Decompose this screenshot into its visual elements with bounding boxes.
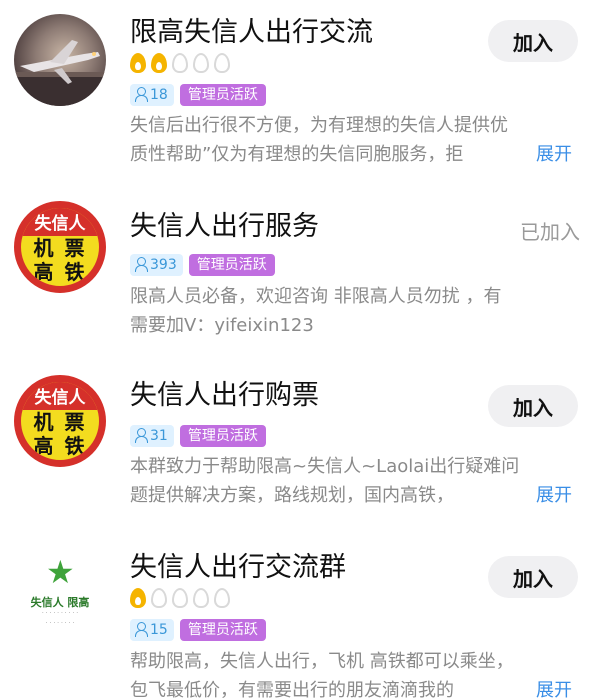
admin-active-tag: 管理员活跃 (179, 84, 266, 106)
flame-icon (193, 588, 209, 608)
description-line: 失信后出行很不方便，为有理想的失信人提供优 (130, 115, 508, 136)
description-line: 帮助限高，失信人出行，飞机 高铁都可以乘坐， (130, 651, 514, 672)
flame-icon (130, 53, 146, 73)
member-count: 15 (150, 622, 168, 638)
admin-active-tag: 管理员活跃 (179, 619, 266, 641)
group-avatar: ★ 失信人 限高 · · · · · · · · · · · · · · · ·… (14, 554, 106, 646)
expand-link[interactable]: 展开 (524, 140, 584, 169)
member-count: 393 (150, 257, 177, 273)
joined-status: 已加入 (520, 220, 580, 244)
member-count-tag: 18 (130, 84, 174, 106)
member-count: 31 (150, 428, 168, 444)
group-description: 本群致力于帮助限高~失信人~Laolai出行疑难问 题提供解决方案，路线规划，国… (130, 452, 580, 510)
description-line: 质性帮助”仅为有理想的失信同胞服务，拒 (130, 144, 464, 165)
admin-active-tag: 管理员活跃 (188, 254, 275, 276)
group-title: 失信人出行服务 (130, 211, 319, 242)
flame-icon (214, 53, 230, 73)
group-avatar (14, 14, 106, 106)
description-line: 题提供解决方案，路线规划，国内高铁， (130, 485, 454, 506)
activity-flames (130, 53, 235, 73)
avatar-text: 机 票 (33, 410, 87, 434)
flame-icon (214, 588, 230, 608)
group-title: 失信人出行购票 (130, 380, 319, 411)
group-avatar: 失信人 机 票 高 铁 (14, 201, 106, 293)
group-avatar: 失信人 机 票 高 铁 (14, 375, 106, 467)
group-tags: 18 管理员活跃 (130, 84, 266, 106)
airplane-icon (14, 40, 106, 106)
flame-icon (172, 588, 188, 608)
group-search-results: 限高失信人出行交流 加入 18 管理员活跃 失信后出行很不方便，为有理想的失信人提… (0, 0, 597, 700)
flame-icon (130, 588, 146, 608)
avatar-text: 机 票 (33, 236, 87, 260)
group-tags: 31 管理员活跃 (130, 425, 266, 447)
avatar-text: 失信人 (21, 382, 99, 410)
member-count-tag: 393 (130, 254, 183, 276)
avatar-text: 高 铁 (33, 260, 87, 284)
join-button[interactable]: 加入 (488, 385, 578, 427)
expand-link[interactable]: 展开 (524, 676, 584, 700)
description-line: 限高人员必备，欢迎咨询 非限高人员勿扰 ，有 (130, 286, 502, 307)
avatar-text: 失信人 限高 (30, 596, 90, 609)
star-icon: ★ (46, 554, 75, 591)
avatar-text: 高 铁 (33, 434, 87, 458)
person-icon (134, 621, 148, 637)
description-line: 需要加V：yifeixin123 (130, 315, 314, 336)
flame-icon (151, 588, 167, 608)
person-icon (134, 256, 148, 272)
avatar-decoration: · · · · · · · · · · (41, 610, 79, 617)
group-title: 失信人出行交流群 (130, 552, 346, 583)
person-icon (134, 427, 148, 443)
group-description: 失信后出行很不方便，为有理想的失信人提供优 质性帮助”仅为有理想的失信同胞服务，… (130, 111, 580, 169)
group-tags: 393 管理员活跃 (130, 254, 275, 276)
member-count-tag: 31 (130, 425, 174, 447)
group-description: 帮助限高，失信人出行，飞机 高铁都可以乘坐， 包飞最低价，有需要出行的朋友滴滴我… (130, 647, 580, 700)
admin-active-tag: 管理员活跃 (179, 425, 266, 447)
flame-icon (151, 53, 167, 73)
join-button[interactable]: 加入 (488, 20, 578, 62)
member-count-tag: 15 (130, 619, 174, 641)
group-description: 限高人员必备，欢迎咨询 非限高人员勿扰 ，有 需要加V：yifeixin123 (130, 282, 580, 340)
person-icon (134, 86, 148, 102)
flame-icon (172, 53, 188, 73)
avatar-decoration: · · · · · · · · (45, 620, 75, 627)
description-line: 本群致力于帮助限高~失信人~Laolai出行疑难问 (130, 456, 520, 477)
group-title: 限高失信人出行交流 (130, 17, 373, 48)
join-button[interactable]: 加入 (488, 556, 578, 598)
expand-link[interactable]: 展开 (524, 481, 584, 510)
group-tags: 15 管理员活跃 (130, 619, 266, 641)
activity-flames (130, 588, 235, 608)
avatar-text: 失信人 (21, 208, 99, 236)
description-line: 包飞最低价，有需要出行的朋友滴滴我的 (130, 680, 454, 700)
flame-icon (193, 53, 209, 73)
member-count: 18 (150, 87, 168, 103)
